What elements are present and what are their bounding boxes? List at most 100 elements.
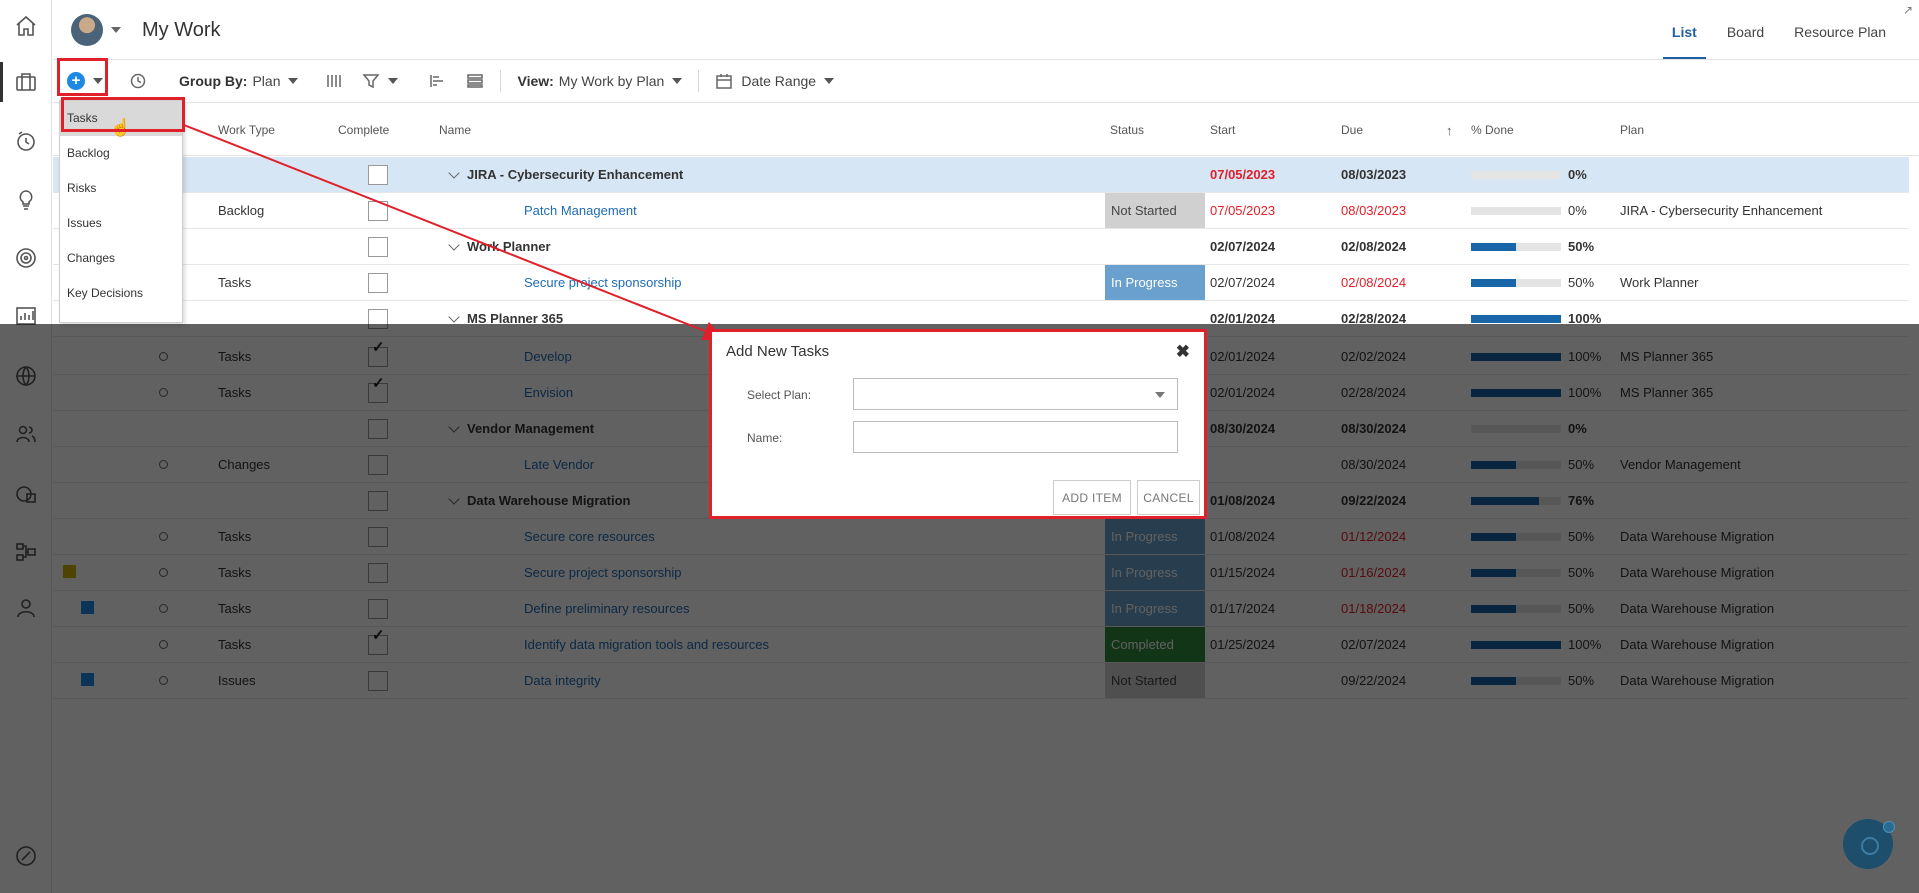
add-item-button[interactable]: ADD ITEM [1053, 480, 1131, 515]
work-type-cell: Backlog [218, 203, 265, 218]
add-new-tasks-dialog: Add New Tasks ✖ Select Plan: Name: ADD I… [709, 329, 1207, 519]
timesheet-icon[interactable] [12, 127, 40, 155]
page-header: My Work List Board Resource Plan ↗ [53, 0, 1919, 60]
group-by-value: Plan [252, 73, 281, 89]
filter-icon [362, 72, 381, 90]
column-percent-done[interactable]: % Done [1471, 123, 1514, 137]
tab-board[interactable]: Board [1712, 0, 1779, 59]
due-date: 08/03/2023 [1341, 167, 1407, 182]
tab-list[interactable]: List [1657, 0, 1712, 59]
chevron-down-icon [288, 78, 299, 84]
group-name: Work Planner [467, 239, 551, 254]
columns-icon [324, 72, 342, 90]
column-complete[interactable]: Complete [338, 123, 389, 137]
page-title: My Work [142, 19, 221, 41]
dialog-title: Add New Tasks [726, 343, 830, 360]
work-type-cell: Tasks [218, 275, 252, 290]
toolbar-divider [500, 70, 502, 92]
start-date: 07/05/2023 [1210, 167, 1276, 182]
progress-fill [1471, 315, 1561, 323]
due-date: 02/08/2024 [1341, 275, 1407, 290]
toolbar-divider [698, 70, 700, 92]
chevron-down-icon [672, 78, 683, 84]
avatar-menu-chevron-icon[interactable] [111, 27, 121, 33]
menu-item-risks[interactable]: Risks [60, 171, 182, 206]
group-by-dropdown[interactable]: Group By: Plan [157, 60, 308, 102]
name-input[interactable] [853, 421, 1178, 453]
start-date: 02/07/2024 [1210, 275, 1276, 290]
ideas-lightbulb-icon[interactable] [12, 186, 40, 214]
table-row[interactable]: Backlog Patch Management Not Started 07/05/… [53, 193, 1909, 229]
date-range-label: Date Range [741, 73, 817, 89]
filter-dropdown[interactable] [352, 60, 408, 102]
view-tabs: List Board Resource Plan [1657, 0, 1901, 59]
select-plan-label: Select Plan: [747, 388, 812, 402]
chevron-down-icon [388, 78, 399, 84]
complete-checkbox[interactable] [368, 273, 388, 293]
columns-button[interactable] [308, 60, 352, 102]
grid-header: Work Type Complete Name Status Start Due… [53, 104, 1919, 156]
column-status[interactable]: Status [1110, 123, 1144, 137]
task-name-link[interactable]: Patch Management [524, 193, 637, 228]
group-row[interactable]: JIRA - Cybersecurity Enhancement 07/05/20… [53, 157, 1909, 193]
sort-ascending-icon[interactable]: ↑ [1446, 123, 1453, 138]
help-notification-badge [1883, 821, 1895, 833]
progress-bar [1471, 171, 1561, 179]
menu-item-changes[interactable]: Changes [60, 241, 182, 276]
complete-checkbox[interactable] [368, 165, 388, 185]
task-name-link[interactable]: Secure project sponsorship [524, 265, 682, 300]
complete-checkbox[interactable] [368, 237, 388, 257]
table-row[interactable]: Tasks Secure project sponsorship In Progre… [53, 265, 1909, 301]
toolbar: + Group By: Plan View: My Work by Plan D… [53, 60, 1919, 103]
history-button[interactable] [113, 60, 157, 102]
percent-done: 0% [1568, 167, 1587, 182]
group-row[interactable]: Work Planner 02/07/2024 02/08/2024 50% [53, 229, 1909, 265]
select-plan-dropdown[interactable] [853, 378, 1178, 410]
menu-item-issues[interactable]: Issues [60, 206, 182, 241]
column-name[interactable]: Name [439, 123, 471, 137]
plan-name: Work Planner [1620, 275, 1699, 290]
column-plan[interactable]: Plan [1620, 123, 1644, 137]
name-label: Name: [747, 431, 783, 445]
annotation-add-button-highlight [57, 58, 108, 96]
menu-item-key-decisions[interactable]: Key Decisions [60, 276, 182, 311]
column-start[interactable]: Start [1210, 123, 1235, 137]
tab-resource-plan[interactable]: Resource Plan [1779, 0, 1901, 59]
status-badge[interactable]: Not Started [1105, 193, 1205, 228]
progress-bar [1471, 207, 1561, 215]
cancel-button[interactable]: CANCEL [1137, 480, 1200, 515]
percent-done: 50% [1568, 239, 1595, 254]
density-button[interactable] [456, 60, 494, 102]
target-icon[interactable] [12, 244, 40, 272]
chevron-down-icon [824, 78, 835, 84]
expand-window-icon[interactable]: ↗ [1903, 3, 1913, 17]
clock-icon [129, 72, 147, 90]
plan-name: JIRA - Cybersecurity Enhancement [1620, 203, 1823, 218]
calendar-icon [715, 72, 733, 90]
menu-item-backlog[interactable]: Backlog [60, 136, 182, 171]
column-work-type[interactable]: Work Type [218, 123, 275, 137]
column-due[interactable]: Due [1341, 123, 1363, 137]
gantt-button[interactable] [408, 60, 456, 102]
date-range-dropdown[interactable]: Date Range [705, 60, 844, 102]
status-badge[interactable]: In Progress [1105, 265, 1205, 300]
gantt-icon [428, 72, 446, 90]
view-dropdown[interactable]: View: My Work by Plan [507, 60, 692, 102]
chevron-down-icon [1155, 392, 1165, 398]
active-nav-indicator [0, 62, 3, 102]
annotation-tasks-highlight [61, 97, 185, 132]
close-icon[interactable]: ✖ [1176, 342, 1190, 362]
due-date: 02/08/2024 [1341, 239, 1407, 254]
chevron-down-icon[interactable] [448, 311, 460, 323]
group-by-label: Group By: [179, 73, 248, 89]
menu-item-ocm[interactable]: OCM [60, 311, 182, 322]
complete-checkbox[interactable] [368, 201, 388, 221]
home-icon[interactable] [12, 12, 40, 40]
progress-bar [1471, 279, 1561, 287]
briefcase-icon[interactable] [12, 68, 40, 96]
chevron-down-icon[interactable] [448, 167, 460, 179]
chevron-down-icon[interactable] [448, 239, 460, 251]
percent-done: 50% [1568, 275, 1595, 290]
progress-bar [1471, 243, 1561, 251]
user-avatar[interactable] [71, 14, 103, 46]
